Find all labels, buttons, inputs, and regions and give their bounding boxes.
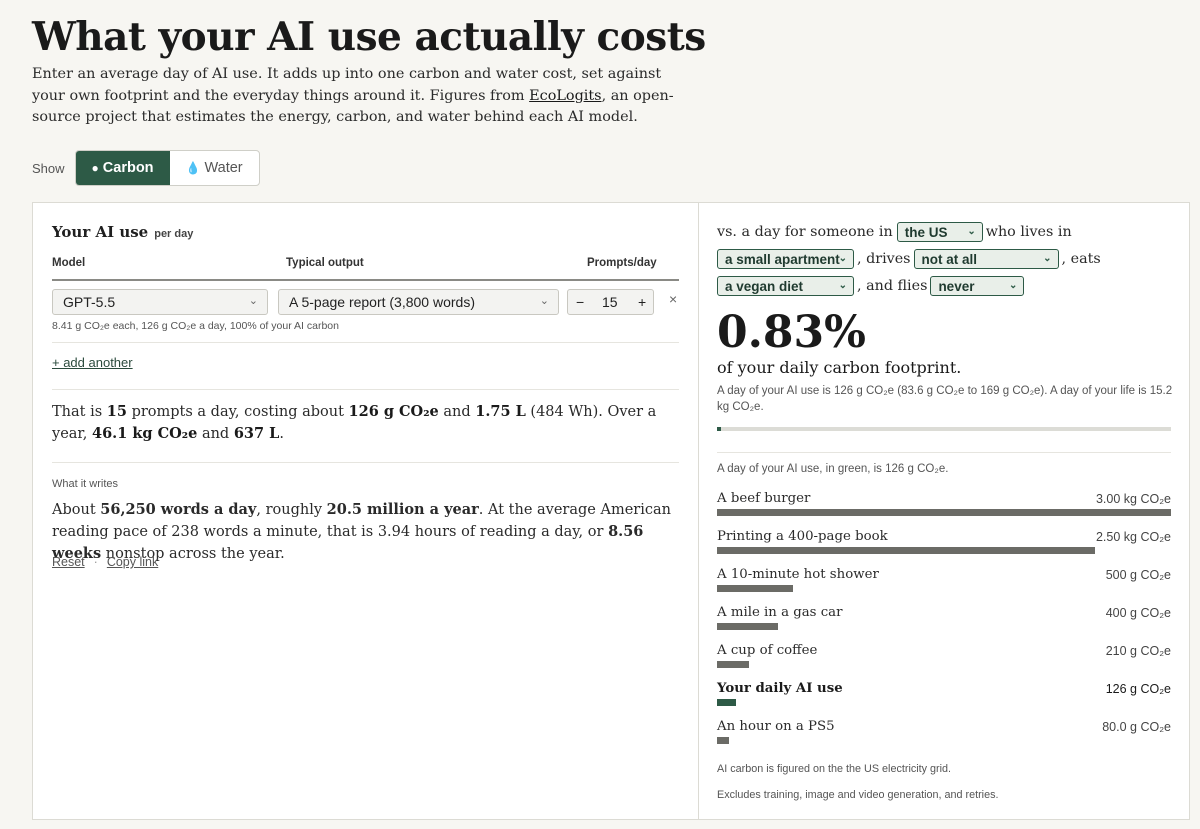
add-another-link[interactable]: + add another — [52, 355, 133, 370]
comparison-bar — [717, 623, 778, 630]
water-drop-icon: 💧 — [185, 161, 201, 175]
metric-switch: Show ● Carbon 💧 Water — [32, 150, 260, 186]
footprint-detail: A day of your AI use is 126 g CO₂e (83.6… — [717, 385, 1173, 413]
footer-links: Reset · Copy link — [52, 555, 159, 569]
comparison-value: 400 g CO₂e — [1105, 606, 1171, 620]
comparison-bar — [717, 737, 730, 744]
decrement-button[interactable]: − — [576, 294, 584, 310]
comparison-value: 2.50 kg CO₂e — [1095, 530, 1171, 544]
comparison-label: A mile in a gas car — [717, 605, 843, 620]
comparison-label: Your daily AI use — [717, 681, 843, 696]
increment-button[interactable]: + — [638, 294, 646, 310]
grid-footnote: AI carbon is figured on the the US elect… — [717, 763, 952, 775]
comparison-row: An hour on a PS5 80.0 g CO₂e — [717, 719, 1171, 755]
footprint-percentage-label: of your daily carbon footprint. — [717, 358, 962, 377]
comparison-bar — [717, 509, 1171, 516]
calculator-panel: Your AI use per day Model Typical output … — [32, 202, 1190, 820]
divider — [52, 462, 679, 463]
water-toggle-button[interactable]: 💧 Water — [170, 151, 259, 185]
chevron-down-icon: ⌄ — [1009, 280, 1018, 291]
chevron-down-icon: ⌄ — [248, 295, 258, 307]
comparison-label: A 10-minute hot shower — [717, 567, 879, 582]
comparison-value: 210 g CO₂e — [1105, 644, 1171, 658]
remove-row-button[interactable]: × — [669, 291, 677, 307]
home-select[interactable]: a small apartment ⌄ — [717, 249, 854, 269]
footprint-share-bar — [717, 427, 1171, 431]
comparison-row: A 10-minute hot shower 500 g CO₂e — [717, 567, 1171, 603]
model-column-header: Model — [52, 257, 86, 269]
carbon-icon: ● — [91, 161, 99, 175]
ecologits-link[interactable]: EcoLogits — [529, 88, 601, 104]
comparison-note: A day of your AI use, in green, is 126 g… — [717, 463, 949, 475]
profile-sentence-line2: a small apartment ⌄ , drives not at all ⌄ … — [717, 249, 1101, 269]
page-title: What your AI use actually costs — [32, 14, 706, 60]
country-select[interactable]: the US ⌄ — [896, 222, 983, 242]
flights-select[interactable]: never ⌄ — [930, 276, 1025, 296]
comparison-bar — [717, 585, 793, 592]
chevron-down-icon: ⌄ — [539, 295, 549, 307]
comparison-row: A beef burger 3.00 kg CO₂e — [717, 491, 1171, 527]
comparison-row: A mile in a gas car 400 g CO₂e — [717, 605, 1171, 641]
ai-use-bar — [717, 699, 737, 706]
comparison-row-ai: Your daily AI use 126 g CO₂e — [717, 681, 1171, 717]
copy-link[interactable]: Copy link — [107, 555, 158, 569]
prompts-input[interactable]: 15 — [602, 294, 618, 310]
chevron-down-icon: ⌄ — [1043, 253, 1052, 264]
carbon-toggle-button[interactable]: ● Carbon — [75, 151, 170, 185]
divider — [52, 342, 679, 343]
comparison-value: 126 g CO₂e — [1105, 682, 1171, 696]
usage-summary: That is 15 prompts a day, costing about … — [52, 403, 657, 442]
ai-use-section: Your AI use per day Model Typical output … — [33, 203, 699, 819]
exclusions-footnote: Excludes training, image and video gener… — [717, 789, 999, 801]
comparison-value: 500 g CO₂e — [1105, 568, 1171, 582]
divider — [717, 452, 1171, 453]
comparison-label: An hour on a PS5 — [717, 719, 835, 734]
footprint-percentage: 0.83% — [717, 307, 866, 358]
comparison-section: vs. a day for someone in the US ⌄ who liv… — [699, 203, 1189, 819]
footprint-share-fill — [717, 427, 721, 431]
chevron-down-icon: ⌄ — [838, 280, 847, 291]
row-carbon-note: 8.41 g CO₂e each, 126 g CO₂e a day, 100%… — [52, 320, 339, 332]
drives-select[interactable]: not at all ⌄ — [913, 249, 1059, 269]
comparison-label: A beef burger — [717, 491, 811, 506]
comparison-bar — [717, 547, 1096, 554]
profile-sentence-line1: vs. a day for someone in the US ⌄ who liv… — [717, 222, 1072, 242]
comparison-value: 3.00 kg CO₂e — [1095, 492, 1171, 506]
show-label: Show — [32, 160, 65, 176]
reset-link[interactable]: Reset — [52, 555, 85, 569]
chevron-down-icon: ⌄ — [967, 226, 976, 237]
prompts-stepper: − 15 + — [567, 289, 654, 315]
output-select[interactable]: A 5-page report (3,800 words) ⌄ — [278, 289, 559, 315]
profile-sentence-line3: a vegan diet ⌄ , and flies never ⌄ — [717, 276, 1027, 296]
writes-label: What it writes — [52, 478, 119, 490]
diet-select[interactable]: a vegan diet ⌄ — [717, 276, 854, 296]
divider — [52, 389, 679, 390]
comparison-bar — [717, 661, 749, 668]
prompts-column-header: Prompts/day — [587, 257, 657, 269]
comparison-label: A cup of coffee — [717, 643, 818, 658]
chevron-down-icon: ⌄ — [838, 253, 847, 264]
comparison-value: 80.0 g CO₂e — [1102, 720, 1171, 734]
comparison-row: A cup of coffee 210 g CO₂e — [717, 643, 1171, 679]
intro-text: Enter an average day of AI use. It adds … — [32, 66, 674, 125]
comparison-row: Printing a 400-page book 2.50 kg CO₂e — [717, 529, 1171, 565]
header-divider — [52, 279, 679, 281]
metric-toggle: ● Carbon 💧 Water — [74, 150, 260, 186]
section-heading: Your AI use per day — [52, 223, 194, 241]
output-column-header: Typical output — [286, 257, 364, 269]
comparison-label: Printing a 400-page book — [717, 529, 888, 544]
model-select[interactable]: GPT-5.5 ⌄ — [52, 289, 268, 315]
